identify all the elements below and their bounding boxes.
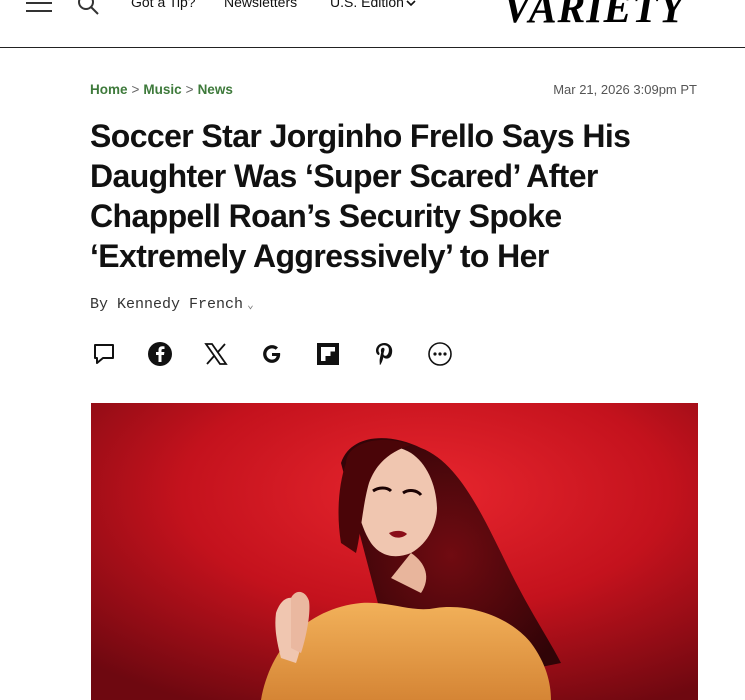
nav-edition-selector[interactable]: U.S. Edition <box>330 0 416 10</box>
share-toolbar <box>90 340 490 368</box>
google-icon[interactable] <box>258 340 286 368</box>
chevron-down-icon: ⌄ <box>247 300 254 312</box>
byline-prefix: By <box>90 296 109 313</box>
nav-got-a-tip[interactable]: Got a Tip? <box>131 0 196 10</box>
breadcrumb-separator: > <box>131 82 140 97</box>
article-date: Mar 21, 2026 3:09pm PT <box>553 82 697 97</box>
site-logo[interactable]: VARIETY <box>503 0 685 33</box>
hero-image <box>91 403 698 700</box>
author-name: Kennedy French <box>117 296 244 313</box>
x-icon[interactable] <box>202 340 230 368</box>
chevron-down-icon <box>406 0 416 7</box>
breadcrumb-separator: > <box>185 82 194 97</box>
hero-illustration <box>91 403 698 700</box>
site-header: Got a Tip? Newsletters U.S. Edition VARI… <box>0 0 745 48</box>
comment-icon[interactable] <box>90 340 118 368</box>
more-icon[interactable] <box>426 340 454 368</box>
nav-newsletters[interactable]: Newsletters <box>224 0 297 10</box>
search-icon[interactable] <box>76 0 100 16</box>
author-byline[interactable]: By Kennedy French ⌄ <box>90 296 254 313</box>
menu-icon[interactable] <box>26 0 52 14</box>
breadcrumb-music[interactable]: Music <box>143 82 181 97</box>
article-headline: Soccer Star Jorginho Frello Says His Dau… <box>90 118 631 274</box>
pinterest-icon[interactable] <box>370 340 398 368</box>
breadcrumb: Home > Music > News <box>90 82 233 97</box>
facebook-icon[interactable] <box>146 340 174 368</box>
edition-label: U.S. Edition <box>330 0 404 10</box>
flipboard-icon[interactable] <box>314 340 342 368</box>
breadcrumb-home[interactable]: Home <box>90 82 128 97</box>
breadcrumb-news[interactable]: News <box>198 82 233 97</box>
